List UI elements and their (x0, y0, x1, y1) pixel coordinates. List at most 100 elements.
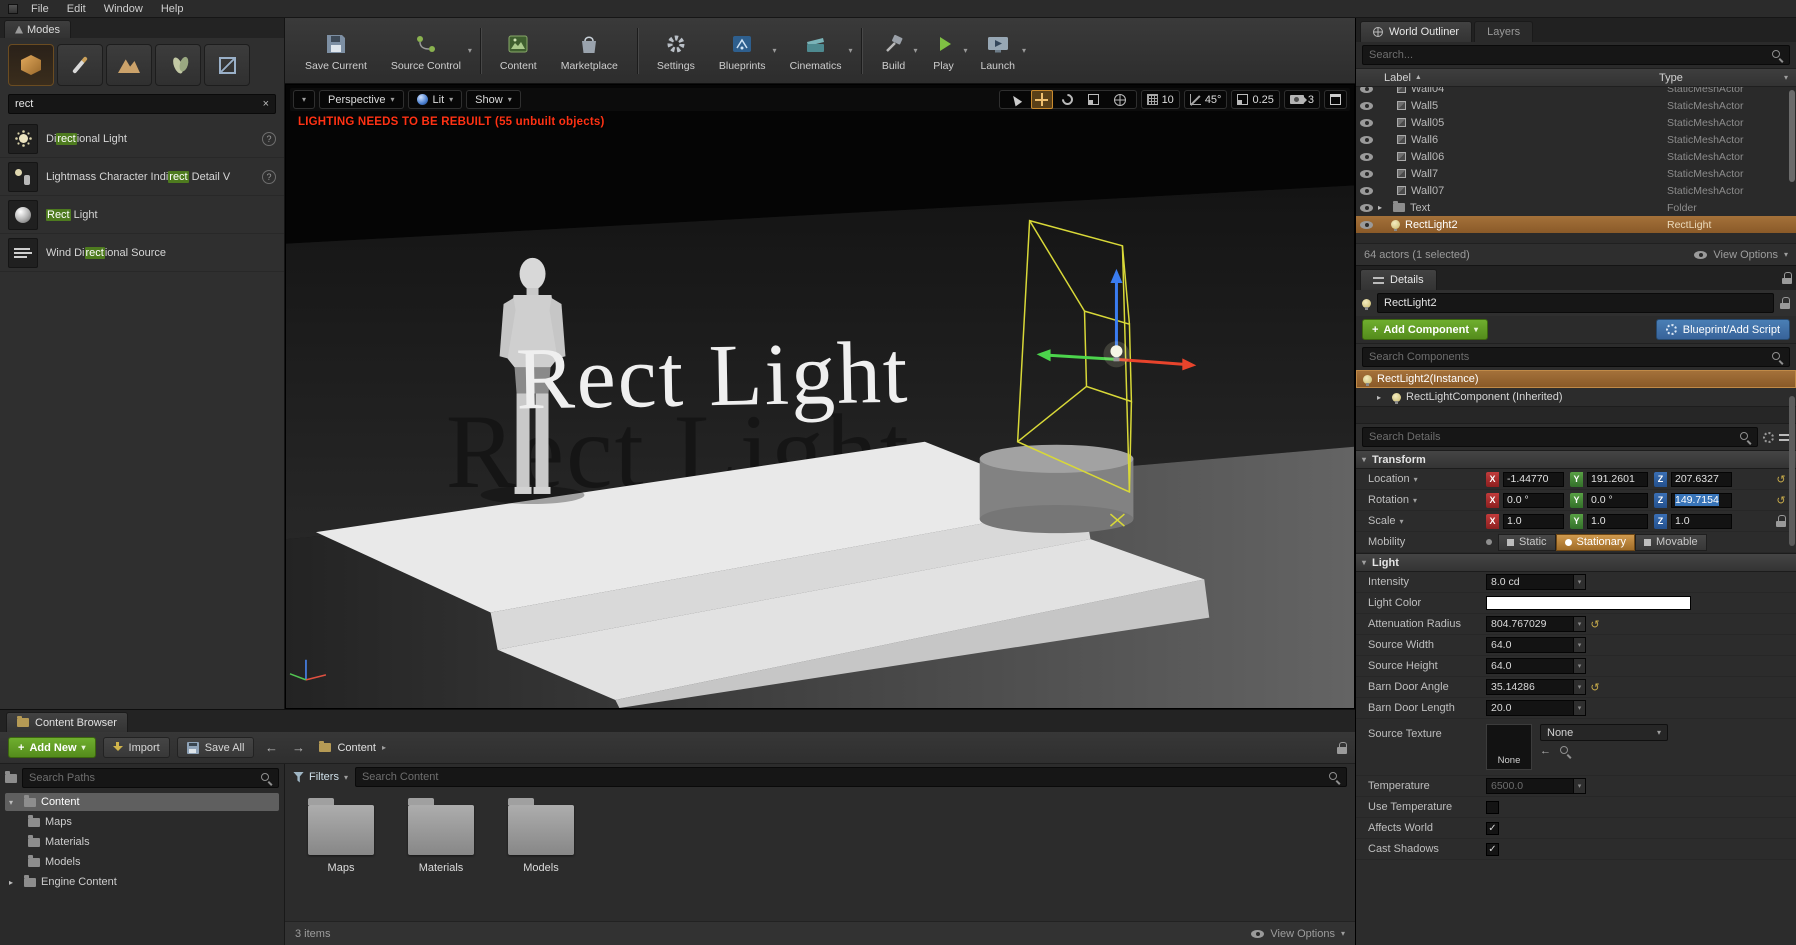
scene-3d-text[interactable]: Rect Light (515, 323, 910, 428)
select-tool-button[interactable] (1005, 90, 1027, 109)
search-content-input[interactable]: Search Content (354, 767, 1347, 787)
help-icon[interactable]: ? (262, 169, 276, 184)
grid-snap-control[interactable]: 10 (1140, 90, 1180, 109)
viewport-3d-scene[interactable]: Rect Light Rect Light (286, 85, 1354, 708)
reset-to-default-icon[interactable]: ↺ (1772, 473, 1790, 486)
rotation-y-field[interactable]: 0.0 ° (1587, 492, 1648, 508)
section-transform[interactable]: ▾ Transform (1356, 450, 1796, 469)
chevron-down-icon[interactable]: ▾ (848, 46, 852, 55)
list-item-lightmass[interactable]: Lightmass Character Indirect Detail V ? (0, 158, 284, 196)
rotate-tool-button[interactable] (1057, 90, 1079, 109)
table-row[interactable]: Wall07 StaticMeshActor (1356, 182, 1796, 199)
menu-file[interactable]: File (22, 0, 58, 17)
source-texture-dropdown[interactable]: None ▾ (1540, 724, 1668, 741)
tab-modes[interactable]: Modes (4, 20, 72, 38)
chevron-down-icon[interactable]: ▾ (1574, 637, 1586, 653)
table-row[interactable]: ▸ Text Folder (1356, 199, 1796, 216)
menu-help[interactable]: Help (152, 0, 193, 17)
scale-tool-button[interactable] (1083, 90, 1105, 109)
actor-name-field[interactable]: RectLight2 (1377, 293, 1774, 313)
chevron-down-icon[interactable]: ▾ (1574, 679, 1586, 695)
eye-icon[interactable] (1360, 87, 1373, 93)
tab-world-outliner[interactable]: World Outliner (1360, 21, 1473, 42)
source-height-field[interactable]: 64.0 (1486, 658, 1574, 674)
chevron-down-icon[interactable]: ▾ (1574, 616, 1586, 632)
help-icon[interactable]: ? (262, 131, 276, 146)
breadcrumb[interactable]: Content ▸ (315, 740, 390, 754)
search-components-input[interactable]: Search Components (1362, 347, 1790, 367)
scale-x-field[interactable]: 1.0 (1503, 513, 1564, 529)
lock-icon[interactable] (1337, 741, 1347, 754)
table-row[interactable]: Wall06 StaticMeshActor (1356, 148, 1796, 165)
use-temperature-checkbox[interactable] (1486, 800, 1499, 814)
chevron-down-icon[interactable]: ▾ (773, 46, 777, 55)
move-tool-button[interactable] (1030, 90, 1053, 109)
uniform-scale-lock-icon[interactable] (1772, 515, 1790, 527)
eye-icon[interactable] (1360, 135, 1373, 144)
asset-folder-maps[interactable]: Maps (301, 796, 381, 874)
level-viewport[interactable]: Rect Light Rect Light ▾ Perspective ▾ Li… (285, 84, 1355, 709)
eye-icon[interactable] (1360, 152, 1373, 161)
modes-search-input[interactable]: rect × (8, 94, 276, 114)
component-row-inherited[interactable]: ▸ RectLightComponent (Inherited) (1356, 388, 1796, 406)
affects-world-checkbox[interactable]: ✓ (1486, 821, 1499, 835)
intensity-field[interactable]: 8.0 cd (1486, 574, 1574, 590)
panel-splitter[interactable] (1356, 406, 1796, 424)
chevron-down-icon[interactable]: ▾ (468, 46, 472, 55)
eye-icon[interactable] (1360, 169, 1373, 178)
tree-item-maps[interactable]: Maps (5, 813, 279, 831)
chevron-down-icon[interactable]: ▾ (1574, 658, 1586, 674)
mobility-stationary-button[interactable]: Stationary (1555, 533, 1636, 551)
search-paths-input[interactable]: Search Paths (22, 768, 279, 788)
viewport-options-button[interactable]: ▾ (293, 90, 316, 109)
import-button[interactable]: Import (102, 737, 170, 758)
add-new-button[interactable]: + Add New ▾ (8, 737, 96, 758)
marketplace-button[interactable]: Marketplace (549, 22, 630, 80)
chevron-right-icon[interactable]: ▸ (9, 878, 19, 887)
barn-door-length-field[interactable]: 20.0 (1486, 700, 1574, 716)
foliage-mode-button[interactable] (155, 44, 201, 86)
search-details-input[interactable]: Search Details (1362, 427, 1758, 447)
chevron-down-icon[interactable]: ▾ (1574, 700, 1586, 716)
source-width-field[interactable]: 64.0 (1486, 637, 1574, 653)
table-row[interactable]: Wall04 StaticMeshActor (1356, 87, 1796, 97)
table-row[interactable]: Wall6 StaticMeshActor (1356, 131, 1796, 148)
perspective-button[interactable]: Perspective ▾ (319, 90, 404, 109)
clear-search-icon[interactable]: × (263, 98, 269, 110)
table-row-selected[interactable]: RectLight2 RectLight (1356, 216, 1796, 233)
eye-icon[interactable] (1360, 118, 1373, 127)
save-current-button[interactable]: Save Current (293, 22, 379, 80)
list-item-wind-source[interactable]: Wind Directional Source (0, 234, 284, 272)
lock-icon[interactable] (1780, 297, 1790, 309)
section-light[interactable]: ▾ Light (1356, 553, 1796, 572)
world-local-toggle[interactable] (1109, 90, 1131, 109)
eye-icon[interactable] (1360, 101, 1373, 110)
lock-icon[interactable] (1782, 272, 1792, 284)
content-button[interactable]: Content (488, 22, 549, 80)
blueprint-add-script-button[interactable]: Blueprint/Add Script (1655, 319, 1790, 340)
location-y-field[interactable]: 191.2601 (1587, 471, 1648, 487)
component-row-instance[interactable]: RectLight2(Instance) (1356, 370, 1796, 388)
view-options-button[interactable]: View Options ▾ (1251, 928, 1345, 940)
asset-folder-models[interactable]: Models (501, 796, 581, 874)
build-button[interactable]: Build ▾ (869, 22, 919, 80)
barn-door-angle-field[interactable]: 35.14286 (1486, 679, 1574, 695)
chevron-right-icon[interactable]: ▸ (382, 743, 386, 752)
eye-icon[interactable] (1360, 186, 1373, 195)
chevron-down-icon[interactable]: ▾ (913, 46, 917, 55)
tab-layers[interactable]: Layers (1474, 21, 1534, 42)
display-settings-gear-icon[interactable] (1763, 431, 1774, 443)
outliner-scrollbar[interactable] (1789, 90, 1795, 182)
maximize-viewport-button[interactable] (1324, 90, 1347, 109)
play-button[interactable]: Play ▾ (919, 22, 969, 80)
eye-icon[interactable] (1360, 220, 1373, 229)
filters-button[interactable]: Filters ▾ (293, 771, 348, 783)
paint-mode-button[interactable] (57, 44, 103, 86)
mobility-movable-button[interactable]: Movable (1635, 533, 1707, 551)
attenuation-radius-field[interactable]: 804.767029 (1486, 616, 1574, 632)
cinematics-button[interactable]: Cinematics ▾ (778, 22, 854, 80)
source-control-button[interactable]: Source Control ▾ (379, 22, 473, 80)
settings-button[interactable]: Settings (645, 22, 707, 80)
back-icon[interactable]: ← (261, 738, 281, 758)
location-z-field[interactable]: 207.6327 (1671, 471, 1732, 487)
